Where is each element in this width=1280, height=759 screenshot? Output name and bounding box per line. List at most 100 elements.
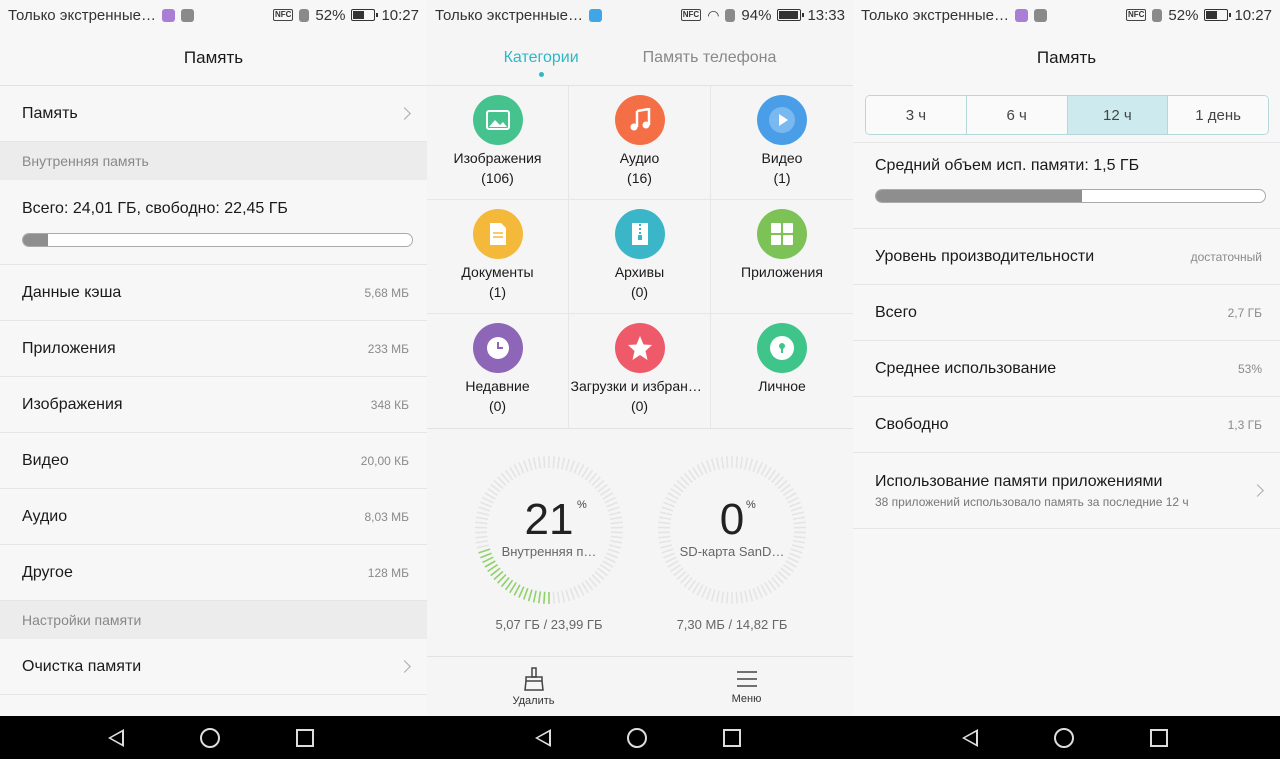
- time-range-option[interactable]: 6 ч: [966, 96, 1068, 134]
- sim-icon: [299, 8, 310, 22]
- gauge-tick: [561, 590, 566, 603]
- battery-percent: 94%: [741, 6, 772, 24]
- clock-icon: [472, 323, 523, 373]
- home-icon[interactable]: [200, 727, 220, 748]
- gauge-tick: [556, 456, 561, 469]
- category-tile[interactable]: Недавние (0): [427, 314, 569, 428]
- gauge-value: 0: [719, 495, 745, 544]
- gauge-tick: [705, 460, 712, 473]
- gauge-tick: [477, 544, 490, 549]
- lock-icon: [757, 323, 807, 373]
- recents-icon[interactable]: [296, 728, 314, 747]
- delete-button[interactable]: Удалить: [427, 657, 640, 716]
- storage-item-row[interactable]: Приложения 233 МБ: [0, 321, 427, 377]
- time-range-option[interactable]: 1 день: [1168, 96, 1268, 134]
- menu-button[interactable]: Меню: [640, 657, 853, 716]
- gauge-tick: [752, 460, 759, 473]
- gauge-tick: [484, 560, 496, 568]
- back-icon[interactable]: [535, 728, 551, 747]
- internal-storage-size: 5,07 ГБ / 23,99 ГБ: [495, 617, 603, 632]
- gauge-value: 21: [524, 495, 574, 544]
- gauge-tick: [710, 458, 716, 471]
- gauge-tick: [518, 586, 525, 598]
- storage-item-row[interactable]: Изображения 348 КБ: [0, 377, 427, 433]
- time-range-option[interactable]: 12 ч: [1067, 96, 1169, 134]
- storage-item-row[interactable]: Данные кэша 5,68 МБ: [0, 265, 427, 321]
- gauge-tick: [787, 556, 799, 564]
- category-label: Документы: [461, 264, 534, 280]
- gauge-tick: [756, 586, 763, 598]
- gauge-tick: [701, 462, 708, 474]
- back-icon[interactable]: [962, 728, 978, 747]
- category-tile[interactable]: Аудио (16): [569, 86, 711, 200]
- gauge-tick: [565, 458, 571, 471]
- ram-stat-label: Всего: [875, 303, 917, 321]
- gauge-tick: [692, 466, 700, 478]
- gauge-tick: [764, 582, 772, 594]
- gauge-label: Внутренняя п…: [501, 544, 597, 559]
- gauge-tick: [480, 552, 492, 559]
- status-bar: Только экстренные… NFC 52% 10:27: [853, 0, 1280, 30]
- gauge-tick: [760, 464, 768, 476]
- storage-items-list: Данные кэша 5,68 МБ Приложения 233 МБ Изобра…: [0, 265, 427, 601]
- storage-progress-bar: [22, 233, 413, 247]
- back-icon[interactable]: [108, 728, 124, 747]
- average-usage-block: Средний объем исп. памяти: 1,5 ГБ: [853, 142, 1280, 229]
- ram-stat-row: Всего 2,7 ГБ: [853, 285, 1280, 341]
- category-tile[interactable]: Видео (1): [711, 86, 853, 200]
- category-tile[interactable]: Личное: [711, 314, 853, 428]
- gauge-tick: [537, 456, 542, 469]
- average-usage-text: Средний объем исп. памяти: 1,5 ГБ: [875, 157, 1140, 174]
- tab-categories[interactable]: Категории: [504, 49, 579, 77]
- sd-card-gauge[interactable]: 0 % SD-карта SanD…: [657, 455, 807, 605]
- gauge-tick: [482, 556, 494, 564]
- gauge-tick: [744, 590, 749, 603]
- battery-percent: 52%: [315, 6, 346, 24]
- home-icon[interactable]: [627, 727, 647, 748]
- app-memory-usage-row[interactable]: Использование памяти приложениями 38 при…: [853, 453, 1280, 529]
- category-count: (1): [773, 170, 791, 186]
- archive-icon: [614, 209, 665, 259]
- chevron-right-icon: [398, 107, 411, 120]
- menu-label: Меню: [731, 692, 762, 705]
- ram-stat-row: Свободно 1,3 ГБ: [853, 397, 1280, 453]
- memory-row[interactable]: Память: [0, 86, 427, 142]
- tab-phone-memory[interactable]: Память телефона: [643, 49, 777, 67]
- internal-storage-gauge[interactable]: 21 % Внутренняя п…: [474, 455, 624, 605]
- category-tile[interactable]: Изображения (106): [427, 86, 569, 200]
- category-tile[interactable]: Документы (1): [427, 200, 569, 314]
- gauge-tick: [790, 548, 803, 554]
- home-icon[interactable]: [1054, 727, 1074, 748]
- delete-label: Удалить: [512, 694, 555, 707]
- gauge-tick: [565, 589, 571, 602]
- storage-progress-fill: [23, 234, 49, 246]
- storage-item-row[interactable]: Другое 128 МБ: [0, 545, 427, 601]
- gauge-tick: [573, 586, 580, 598]
- gauge-tick: [604, 556, 616, 564]
- gauge-tick: [739, 456, 744, 469]
- gauge-tick: [522, 587, 529, 600]
- storage-item-row[interactable]: Видео 20,00 КБ: [0, 433, 427, 489]
- cleanup-row[interactable]: Очистка памяти: [0, 639, 427, 695]
- gauge-tick: [791, 544, 804, 549]
- gauge-tick: [573, 462, 580, 474]
- gauge-tick: [607, 548, 620, 554]
- ram-stat-value: 1,3 ГБ: [1227, 417, 1262, 432]
- recents-icon[interactable]: [1150, 728, 1168, 747]
- gauge-tick: [537, 591, 542, 604]
- storage-item-value: 8,03 МБ: [364, 509, 409, 524]
- recents-icon[interactable]: [723, 728, 741, 747]
- nfc-icon: NFC: [272, 9, 294, 21]
- category-tile[interactable]: Архивы (0): [569, 200, 711, 314]
- storage-item-row[interactable]: Аудио 8,03 МБ: [0, 489, 427, 545]
- category-tile[interactable]: Загрузки и избранн… (0): [569, 314, 711, 428]
- gauge-tick: [552, 456, 555, 469]
- ram-stat-label: Среднее использование: [875, 359, 1057, 377]
- battery-icon: [351, 9, 379, 21]
- memory-row-label: Память: [22, 104, 78, 122]
- category-count: (0): [630, 398, 649, 414]
- app-notification-icon: [161, 8, 175, 22]
- gallery-notification-icon: [180, 8, 194, 22]
- category-tile[interactable]: Приложения: [711, 200, 853, 314]
- time-range-option[interactable]: 3 ч: [866, 96, 967, 134]
